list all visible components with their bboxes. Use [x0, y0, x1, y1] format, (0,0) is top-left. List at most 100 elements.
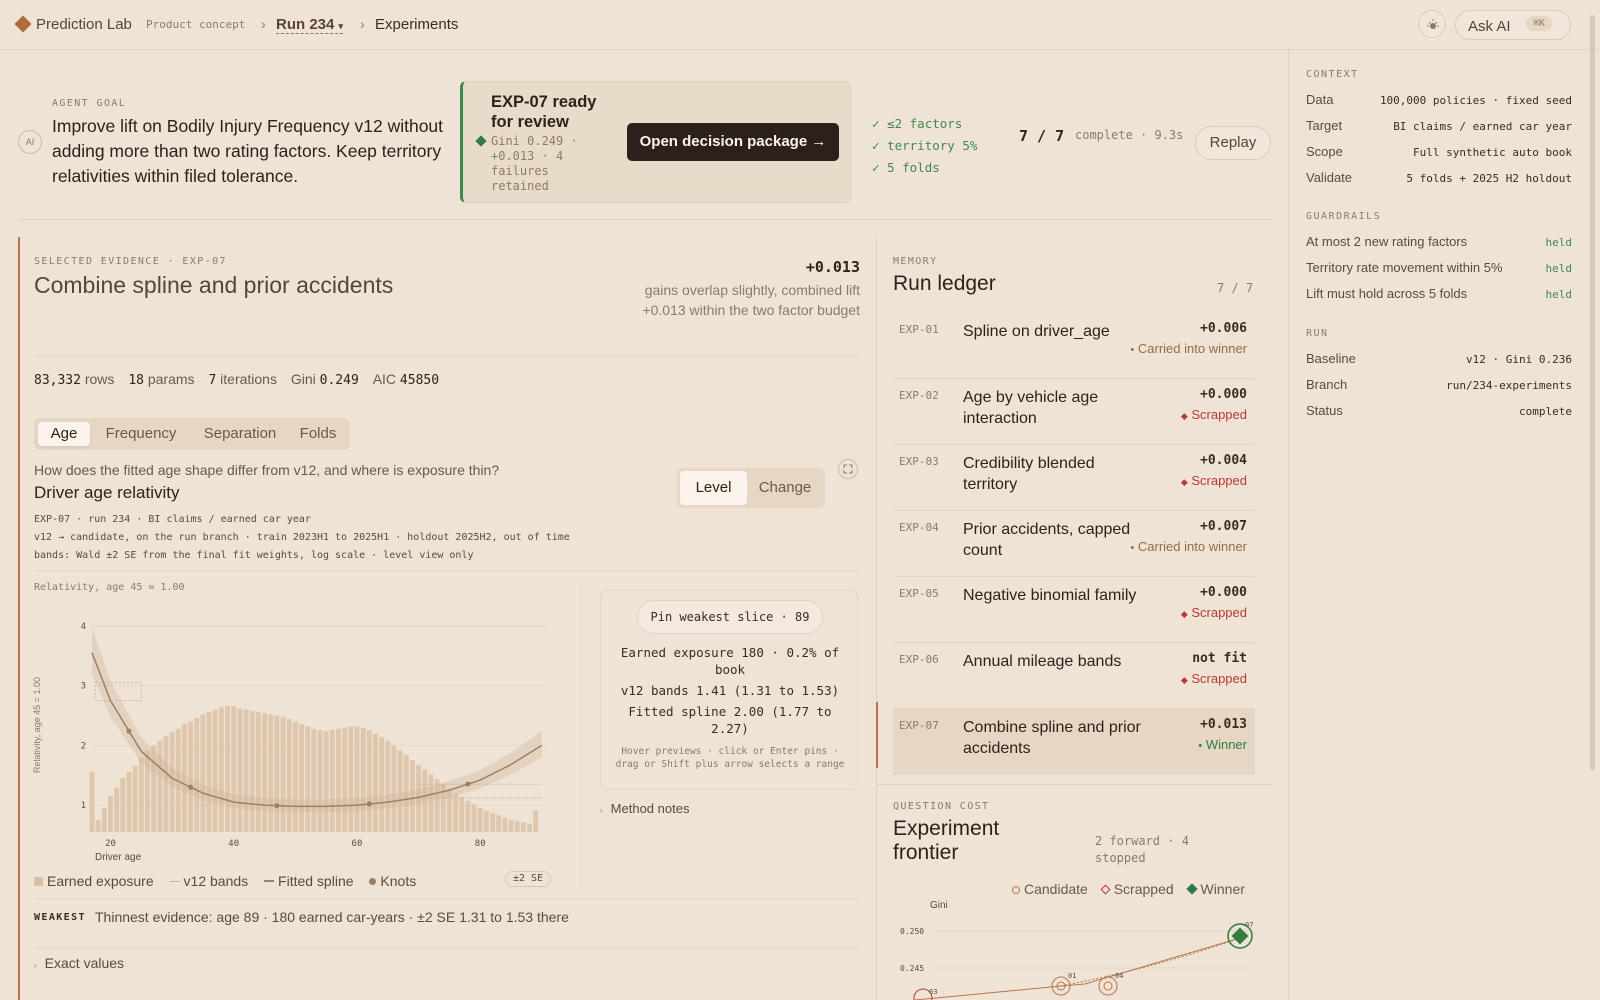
method-notes-toggle[interactable]: › Method notes — [600, 801, 689, 816]
y-axis-title: Relativity, age 45 = 1.00 — [32, 677, 42, 773]
exposure-bar — [465, 800, 471, 832]
open-decision-package-button[interactable]: Open decision package → — [627, 123, 839, 161]
ledger-row[interactable]: EXP-05 Negative binomial family +0.000 ◆ Sc… — [893, 577, 1255, 643]
stats-row: 83,332 rows 18 params 7 iterations Gini … — [34, 371, 439, 388]
exposure-bar — [200, 714, 206, 832]
exposure-bar — [120, 778, 126, 832]
ledger-row[interactable]: EXP-04 Prior accidents, capped count +0.00… — [893, 511, 1255, 577]
bands-swatch-icon — [169, 881, 180, 882]
scrapped-diamond-icon: ◆ — [1180, 411, 1188, 421]
ledger-row-id: EXP-02 — [899, 389, 939, 402]
ledger-row-delta: +0.000 — [1200, 387, 1247, 402]
ledger-row-status: ◆ Scrapped — [1181, 671, 1247, 686]
slice-callout: Pin weakest slice · 89 Earned exposure 1… — [600, 590, 858, 790]
run-key: Baseline — [1306, 351, 1356, 366]
divider — [34, 947, 860, 948]
ledger-row-status: • Carried into winner — [1130, 341, 1247, 356]
breadcrumb-separator: › — [261, 16, 266, 32]
ledger-row-status: ◆ Scrapped — [1181, 473, 1247, 488]
x-tick-label: 80 — [475, 839, 486, 849]
frontier-chart[interactable]: Gini 0.250 0.245 07 01 04 03 — [895, 898, 1265, 1000]
ledger-row-name: Spline on driver_age — [963, 323, 1110, 340]
weakest-text: Thinnest evidence: age 89 · 180 earned c… — [95, 909, 569, 925]
chart-meta: EXP-07 · run 234 · BI claims / earned ca… — [34, 511, 570, 565]
ask-ai-button[interactable]: Ask AI ⌘K — [1455, 10, 1571, 40]
exposure-bar — [385, 740, 391, 832]
expand-button[interactable] — [838, 459, 858, 479]
y-tick-label: 3 — [81, 682, 86, 692]
exposure-bar — [397, 750, 403, 832]
exposure-bar — [354, 726, 360, 832]
exposure-bar — [459, 797, 465, 832]
frontier-point-winner[interactable] — [1231, 927, 1249, 945]
check-item: ✓ territory 5% — [872, 138, 978, 153]
ledger-row[interactable]: EXP-03 Credibility blended territory +0.00… — [893, 445, 1255, 511]
ledger-row-name: Annual mileage bands — [963, 653, 1122, 670]
legend-item: Knots — [380, 873, 417, 889]
evidence-label: SELECTED EVIDENCE · EXP-07 — [34, 256, 227, 267]
app-name[interactable]: Prediction Lab — [36, 16, 132, 33]
run-value: v12 · Gini 0.236 — [1466, 353, 1572, 366]
tab-separation[interactable]: Separation — [192, 422, 288, 446]
chart-legend: Earned exposure v12 bands Fitted spline … — [34, 873, 416, 889]
exact-values-toggle[interactable]: › Exact values — [34, 955, 124, 971]
ledger-row-name: Combine spline and prior accidents — [963, 719, 1141, 757]
toggle-change[interactable]: Change — [749, 471, 821, 505]
replay-button[interactable]: Replay — [1195, 126, 1271, 160]
ledger-row-status: • Carried into winner — [1130, 539, 1247, 554]
ledger-row[interactable]: EXP-07 Combine spline and prior accidents… — [893, 709, 1255, 775]
x-tick-label: 60 — [352, 839, 363, 849]
theme-toggle-button[interactable] — [1418, 10, 1446, 38]
ledger-row[interactable]: EXP-02 Age by vehicle age interaction +0.0… — [893, 379, 1255, 445]
tab-folds[interactable]: Folds — [292, 422, 344, 446]
callout-hint: Hover previews · click or Enter pins · d… — [615, 746, 845, 770]
expand-icon — [843, 464, 853, 474]
ask-ai-label: Ask AI — [1468, 18, 1511, 35]
ledger-title: Run ledger — [893, 272, 996, 295]
guardrail-name: Lift must hold across 5 folds — [1306, 286, 1468, 301]
ledger-row-delta: +0.004 — [1200, 453, 1247, 468]
ledger-row-name: Prior accidents, capped count — [963, 521, 1131, 559]
context-panel — [1288, 50, 1600, 1000]
review-meta: Gini 0.249 · +0.013 · 4 failures retaine… — [491, 134, 578, 193]
knot-point — [126, 728, 132, 734]
exposure-bar — [453, 793, 459, 832]
callout-spline: Fitted spline 2.00 (1.77 to 2.27) — [628, 704, 832, 736]
divider — [34, 570, 860, 571]
evidence-delta: +0.013 — [805, 258, 860, 276]
check-item: ✓ ≤2 factors — [872, 116, 963, 131]
exposure-bar — [317, 730, 323, 832]
toggle-level[interactable]: Level — [680, 471, 747, 505]
memory-label: MEMORY — [893, 256, 938, 267]
sun-icon — [1427, 19, 1439, 29]
ledger-row[interactable]: EXP-06 Annual mileage bands not fit ◆ Scrap… — [893, 643, 1255, 709]
exposure-bar — [188, 721, 194, 832]
exposure-bar — [268, 714, 274, 832]
pin-weakest-button[interactable]: Pin weakest slice · 89 — [637, 600, 823, 634]
knot-swatch-icon — [369, 878, 377, 885]
divider — [18, 219, 1272, 220]
exposure-bar — [305, 726, 311, 832]
se-badge[interactable]: ±2 SE — [505, 871, 552, 887]
knot-point — [188, 784, 194, 790]
shortcut-badge: ⌘K — [1526, 16, 1553, 31]
tab-age[interactable]: Age — [38, 422, 90, 446]
exposure-bar — [231, 706, 237, 832]
x-tick-label: 20 — [105, 839, 116, 849]
level-change-toggle: Level Change — [677, 468, 825, 508]
exposure-bar — [490, 812, 496, 832]
run-selector[interactable]: Run 234 ▾ — [276, 16, 344, 34]
selected-row-marker — [876, 702, 878, 768]
age-relativity-chart[interactable]: 1 2 3 4 Relativity, age 45 = 1.00 20 40 60 80 Dri… — [28, 600, 568, 870]
ledger-row-status-text: Carried into winner — [1134, 341, 1247, 356]
chart-axis-caption: Relativity, age 45 = 1.00 — [34, 582, 185, 593]
run-value: run/234-experiments — [1446, 379, 1572, 392]
exposure-bar — [138, 757, 144, 832]
tab-frequency[interactable]: Frequency — [96, 422, 186, 446]
divider — [580, 582, 581, 890]
chart-title: Driver age relativity — [34, 483, 180, 502]
evidence-tabs: Age Frequency Separation Folds — [34, 418, 350, 450]
winner-diamond-icon — [475, 135, 487, 147]
ledger-row[interactable]: EXP-01 Spline on driver_age +0.006 • Carrie… — [893, 313, 1255, 379]
ledger-row-name: Age by vehicle age interaction — [963, 389, 1099, 427]
